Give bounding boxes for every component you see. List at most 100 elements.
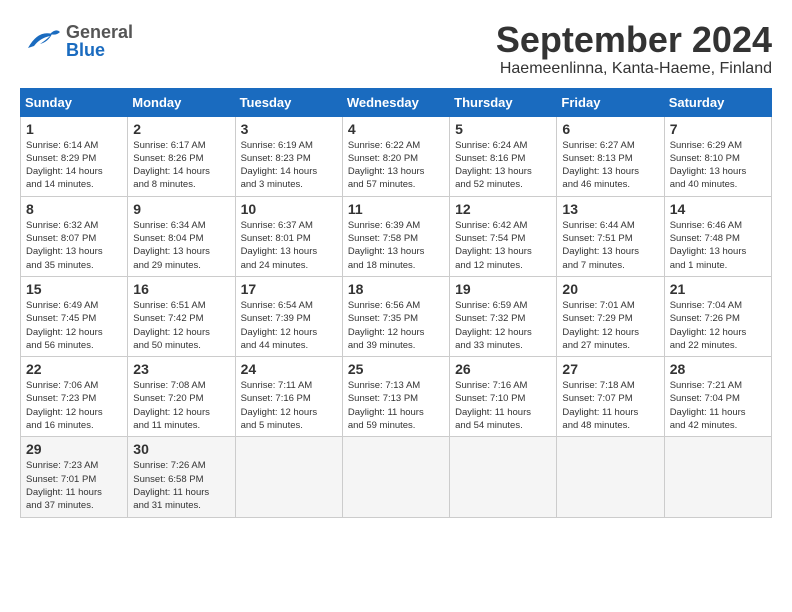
day-number: 16: [133, 281, 229, 297]
day-info: Sunrise: 6:51 AM Sunset: 7:42 PM Dayligh…: [133, 299, 229, 352]
day-number: 27: [562, 361, 658, 377]
day-info: Sunrise: 6:39 AM Sunset: 7:58 PM Dayligh…: [348, 219, 444, 272]
table-row: 24Sunrise: 7:11 AM Sunset: 7:16 PM Dayli…: [235, 357, 342, 437]
logo-bird-icon: [20, 20, 62, 62]
header: General Blue September 2024 Haemeenlinna…: [20, 20, 772, 78]
day-info: Sunrise: 6:19 AM Sunset: 8:23 PM Dayligh…: [241, 139, 337, 192]
table-row: 30 Sunrise: 7:26 AM Sunset: 6:58 PM Dayli…: [128, 437, 235, 517]
col-monday: Monday: [128, 88, 235, 116]
day-info: Sunrise: 6:56 AM Sunset: 7:35 PM Dayligh…: [348, 299, 444, 352]
table-row: 9Sunrise: 6:34 AM Sunset: 8:04 PM Daylig…: [128, 196, 235, 276]
table-row: 12 Sunrise: 6:42 AM Sunset: 7:54 PM Dayli…: [450, 196, 557, 276]
day-info: Sunrise: 6:32 AM Sunset: 8:07 PM Dayligh…: [26, 219, 122, 272]
day-number: 3: [241, 121, 337, 137]
day-number: 1: [26, 121, 122, 137]
day-number: 24: [241, 361, 337, 377]
day-number: 28: [670, 361, 766, 377]
day-number: 29: [26, 441, 122, 457]
day-info: Sunrise: 7:18 AM Sunset: 7:07 PM Dayligh…: [562, 379, 658, 432]
day-info: Sunrise: 7:23 AM Sunset: 7:01 PM Dayligh…: [26, 459, 122, 512]
day-number: 14: [670, 201, 766, 217]
day-info: Sunrise: 6:22 AM Sunset: 8:20 PM Dayligh…: [348, 139, 444, 192]
day-info: Sunrise: 6:24 AM Sunset: 8:16 PM Dayligh…: [455, 139, 551, 192]
day-info: Sunrise: 6:34 AM Sunset: 8:04 PM Dayligh…: [133, 219, 229, 272]
table-row: 13Sunrise: 6:44 AM Sunset: 7:51 PM Dayli…: [557, 196, 664, 276]
day-info: Sunrise: 6:27 AM Sunset: 8:13 PM Dayligh…: [562, 139, 658, 192]
table-row: [450, 437, 557, 517]
day-number: 11: [348, 201, 444, 217]
day-number: 25: [348, 361, 444, 377]
day-info: Sunrise: 7:06 AM Sunset: 7:23 PM Dayligh…: [26, 379, 122, 432]
table-row: [557, 437, 664, 517]
logo-blue: Blue: [66, 41, 133, 59]
calendar-header-row: Sunday Monday Tuesday Wednesday Thursday…: [21, 88, 772, 116]
table-row: 10 Sunrise: 6:37 AM Sunset: 8:01 PM Dayli…: [235, 196, 342, 276]
col-friday: Friday: [557, 88, 664, 116]
col-thursday: Thursday: [450, 88, 557, 116]
table-row: 5 Sunrise: 6:24 AM Sunset: 8:16 PM Daylig…: [450, 116, 557, 196]
day-info: Sunrise: 6:46 AM Sunset: 7:48 PM Dayligh…: [670, 219, 766, 272]
day-info: Sunrise: 6:42 AM Sunset: 7:54 PM Dayligh…: [455, 219, 551, 272]
calendar-week-row: 29 Sunrise: 7:23 AM Sunset: 7:01 PM Dayli…: [21, 437, 772, 517]
location-subtitle: Haemeenlinna, Kanta-Haeme, Finland: [496, 60, 772, 78]
day-number: 23: [133, 361, 229, 377]
day-info: Sunrise: 6:37 AM Sunset: 8:01 PM Dayligh…: [241, 219, 337, 272]
day-number: 20: [562, 281, 658, 297]
table-row: 15 Sunrise: 6:49 AM Sunset: 7:45 PM Dayli…: [21, 276, 128, 356]
day-info: Sunrise: 6:14 AM Sunset: 8:29 PM Dayligh…: [26, 139, 122, 192]
calendar-table: Sunday Monday Tuesday Wednesday Thursday…: [20, 88, 772, 518]
day-info: Sunrise: 7:26 AM Sunset: 6:58 PM Dayligh…: [133, 459, 229, 512]
table-row: 11 Sunrise: 6:39 AM Sunset: 7:58 PM Dayli…: [342, 196, 449, 276]
day-info: Sunrise: 7:13 AM Sunset: 7:13 PM Dayligh…: [348, 379, 444, 432]
day-number: 8: [26, 201, 122, 217]
day-number: 2: [133, 121, 229, 137]
table-row: 16 Sunrise: 6:51 AM Sunset: 7:42 PM Dayli…: [128, 276, 235, 356]
day-number: 22: [26, 361, 122, 377]
day-number: 30: [133, 441, 229, 457]
col-tuesday: Tuesday: [235, 88, 342, 116]
logo-general: General: [66, 23, 133, 41]
day-number: 19: [455, 281, 551, 297]
day-info: Sunrise: 6:44 AM Sunset: 7:51 PM Dayligh…: [562, 219, 658, 272]
day-info: Sunrise: 7:21 AM Sunset: 7:04 PM Dayligh…: [670, 379, 766, 432]
day-info: Sunrise: 6:59 AM Sunset: 7:32 PM Dayligh…: [455, 299, 551, 352]
calendar-week-row: 1 Sunrise: 6:14 AM Sunset: 8:29 PM Daylig…: [21, 116, 772, 196]
table-row: 20 Sunrise: 7:01 AM Sunset: 7:29 PM Dayli…: [557, 276, 664, 356]
day-info: Sunrise: 6:17 AM Sunset: 8:26 PM Dayligh…: [133, 139, 229, 192]
day-number: 15: [26, 281, 122, 297]
table-row: [235, 437, 342, 517]
table-row: 14 Sunrise: 6:46 AM Sunset: 7:48 PM Dayli…: [664, 196, 771, 276]
day-info: Sunrise: 6:49 AM Sunset: 7:45 PM Dayligh…: [26, 299, 122, 352]
table-row: [664, 437, 771, 517]
calendar-week-row: 15 Sunrise: 6:49 AM Sunset: 7:45 PM Dayli…: [21, 276, 772, 356]
day-info: Sunrise: 7:08 AM Sunset: 7:20 PM Dayligh…: [133, 379, 229, 432]
day-number: 5: [455, 121, 551, 137]
table-row: 7 Sunrise: 6:29 AM Sunset: 8:10 PM Daylig…: [664, 116, 771, 196]
day-number: 17: [241, 281, 337, 297]
table-row: 27 Sunrise: 7:18 AM Sunset: 7:07 PM Dayli…: [557, 357, 664, 437]
table-row: [342, 437, 449, 517]
day-info: Sunrise: 6:29 AM Sunset: 8:10 PM Dayligh…: [670, 139, 766, 192]
calendar-week-row: 22 Sunrise: 7:06 AM Sunset: 7:23 PM Dayli…: [21, 357, 772, 437]
col-wednesday: Wednesday: [342, 88, 449, 116]
day-number: 4: [348, 121, 444, 137]
table-row: 6 Sunrise: 6:27 AM Sunset: 8:13 PM Daylig…: [557, 116, 664, 196]
day-number: 21: [670, 281, 766, 297]
table-row: 28 Sunrise: 7:21 AM Sunset: 7:04 PM Dayli…: [664, 357, 771, 437]
day-info: Sunrise: 7:16 AM Sunset: 7:10 PM Dayligh…: [455, 379, 551, 432]
table-row: 1 Sunrise: 6:14 AM Sunset: 8:29 PM Daylig…: [21, 116, 128, 196]
table-row: 8 Sunrise: 6:32 AM Sunset: 8:07 PM Daylig…: [21, 196, 128, 276]
title-section: September 2024 Haemeenlinna, Kanta-Haeme…: [496, 20, 772, 78]
day-info: Sunrise: 7:01 AM Sunset: 7:29 PM Dayligh…: [562, 299, 658, 352]
day-info: Sunrise: 7:04 AM Sunset: 7:26 PM Dayligh…: [670, 299, 766, 352]
table-row: 17 Sunrise: 6:54 AM Sunset: 7:39 PM Dayli…: [235, 276, 342, 356]
day-info: Sunrise: 6:54 AM Sunset: 7:39 PM Dayligh…: [241, 299, 337, 352]
table-row: 3 Sunrise: 6:19 AM Sunset: 8:23 PM Daylig…: [235, 116, 342, 196]
table-row: 18Sunrise: 6:56 AM Sunset: 7:35 PM Dayli…: [342, 276, 449, 356]
day-number: 12: [455, 201, 551, 217]
day-number: 7: [670, 121, 766, 137]
day-number: 10: [241, 201, 337, 217]
day-number: 6: [562, 121, 658, 137]
table-row: 23 Sunrise: 7:08 AM Sunset: 7:20 PM Dayli…: [128, 357, 235, 437]
calendar-week-row: 8 Sunrise: 6:32 AM Sunset: 8:07 PM Daylig…: [21, 196, 772, 276]
